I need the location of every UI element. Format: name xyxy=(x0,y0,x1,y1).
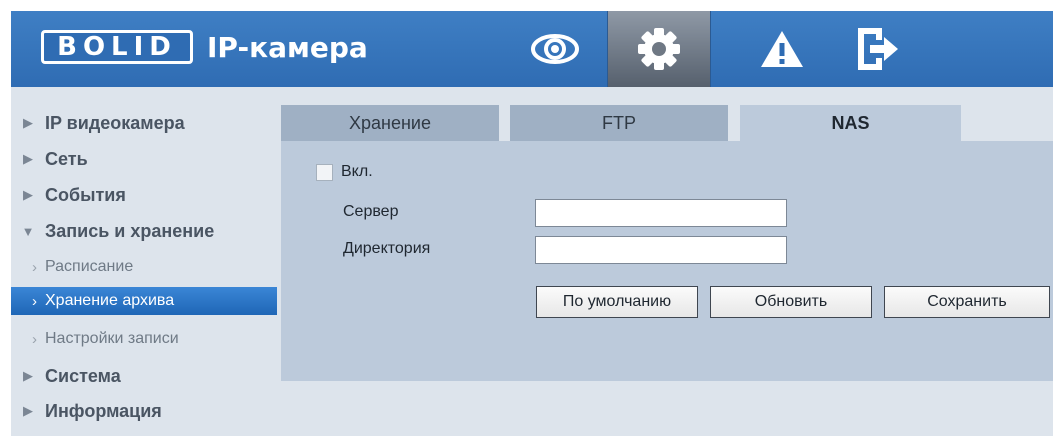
sidebar-item-events[interactable]: ▶ События xyxy=(11,179,277,211)
expand-arrow-icon: ▶ xyxy=(23,115,33,130)
expand-arrow-icon: ▶ xyxy=(23,187,33,202)
directory-label: Директория xyxy=(343,240,431,257)
sidebar-item-label: События xyxy=(45,184,126,205)
alarm-button[interactable] xyxy=(735,11,829,87)
tab-label: Хранение xyxy=(349,112,431,133)
sidebar-item-label: IP видеокамера xyxy=(45,112,185,133)
refresh-button[interactable]: Обновить xyxy=(710,286,872,318)
sidebar-item-ip-camera[interactable]: ▶ IP видеокамера xyxy=(11,107,277,139)
sidebar-item-label: Сеть xyxy=(45,148,88,169)
enable-checkbox[interactable] xyxy=(316,164,333,181)
collapse-arrow-icon: ▼ xyxy=(21,223,35,239)
top-header: BOLID IP-камера xyxy=(11,11,1053,87)
sidebar-subitem-record-settings[interactable]: › Настройки записи xyxy=(11,325,277,353)
tab-bar: Хранение FTP NAS xyxy=(281,105,1053,141)
sidebar-subitem-label: Настройки записи xyxy=(45,330,179,347)
sidebar: ▶ IP видеокамера ▶ Сеть ▶ События ▼ Запи… xyxy=(11,87,281,436)
default-button[interactable]: По умолчанию xyxy=(536,286,698,318)
logout-button[interactable] xyxy=(831,11,925,87)
expand-arrow-icon: ▶ xyxy=(23,403,33,418)
server-input[interactable] xyxy=(535,199,787,227)
live-view-button[interactable] xyxy=(508,11,602,87)
sidebar-subitem-label: Хранение архива xyxy=(45,292,175,309)
content-area: ▶ IP видеокамера ▶ Сеть ▶ События ▼ Запи… xyxy=(11,87,1053,436)
sidebar-subitem-archive-storage[interactable]: › Хранение архива xyxy=(11,287,277,315)
chevron-right-icon: › xyxy=(32,258,37,276)
app-title: IP-камера xyxy=(207,31,368,64)
sidebar-subitem-label: Расписание xyxy=(45,258,134,275)
sidebar-item-recording-storage[interactable]: ▼ Запись и хранение xyxy=(11,215,277,247)
directory-input[interactable] xyxy=(535,236,787,264)
tab-storage[interactable]: Хранение xyxy=(281,105,499,141)
tab-ftp[interactable]: FTP xyxy=(510,105,728,141)
tab-label: NAS xyxy=(831,112,870,133)
sidebar-subitem-schedule[interactable]: › Расписание xyxy=(11,253,277,281)
gear-icon xyxy=(638,28,680,70)
sidebar-item-system[interactable]: ▶ Система xyxy=(11,360,277,392)
sidebar-item-network[interactable]: ▶ Сеть xyxy=(11,143,277,175)
expand-arrow-icon: ▶ xyxy=(23,368,33,383)
tab-label: FTP xyxy=(602,112,636,133)
sidebar-item-label: Информация xyxy=(45,400,162,421)
tab-nas[interactable]: NAS xyxy=(740,105,961,141)
sidebar-item-label: Запись и хранение xyxy=(45,220,215,241)
warning-icon xyxy=(761,31,803,67)
save-button[interactable]: Сохранить xyxy=(884,286,1050,318)
settings-button[interactable] xyxy=(607,11,711,87)
sidebar-item-information[interactable]: ▶ Информация xyxy=(11,395,277,427)
logo-text: BOLID xyxy=(57,32,177,62)
expand-arrow-icon: ▶ xyxy=(23,151,33,166)
logout-icon xyxy=(858,28,898,70)
chevron-right-icon: › xyxy=(32,330,37,348)
server-label: Сервер xyxy=(343,203,399,220)
enable-label: Вкл. xyxy=(341,163,373,180)
chevron-right-icon: › xyxy=(32,292,37,310)
brand-logo: BOLID xyxy=(41,30,193,64)
nas-settings-panel: Вкл. Сервер Директория По умолчанию Обно… xyxy=(281,141,1053,381)
eye-icon xyxy=(531,34,579,64)
sidebar-item-label: Система xyxy=(45,365,121,386)
